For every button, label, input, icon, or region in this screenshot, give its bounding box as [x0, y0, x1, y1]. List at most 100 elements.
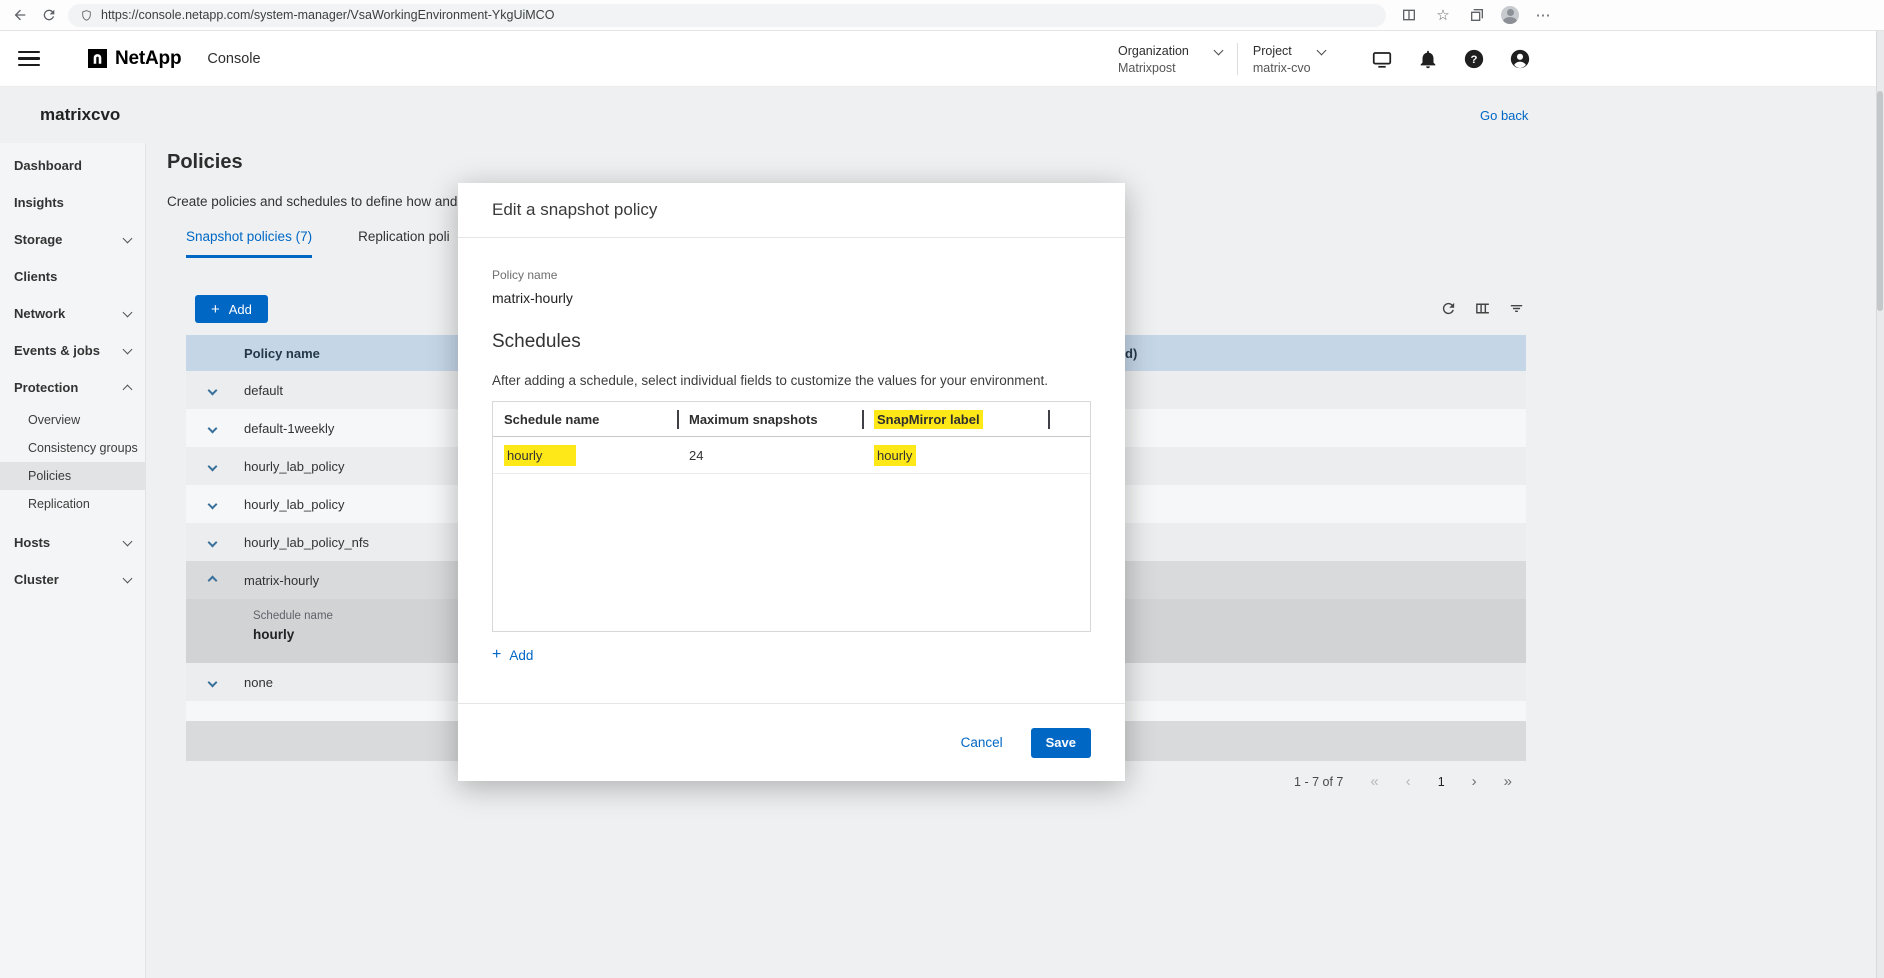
- sidebar-nav: Dashboard Insights Storage Clients Netwo…: [0, 143, 146, 978]
- expand-chevron-icon[interactable]: [206, 536, 218, 548]
- modal-title: Edit a snapshot policy: [458, 183, 1125, 238]
- sidebar-item-network[interactable]: Network: [0, 295, 145, 332]
- pagination-next-icon[interactable]: ›: [1472, 773, 1477, 790]
- columns-icon[interactable]: [1474, 300, 1491, 317]
- chevron-down-icon: [1316, 46, 1326, 56]
- column-header-policy-name: Policy name: [244, 346, 320, 361]
- browser-split-screen-icon[interactable]: [1399, 5, 1419, 25]
- chevron-up-icon: [123, 384, 133, 394]
- console-device-icon[interactable]: [1371, 48, 1393, 70]
- add-policy-button[interactable]: + Add: [195, 295, 268, 323]
- expand-chevron-icon[interactable]: [206, 676, 218, 688]
- account-icon[interactable]: [1509, 48, 1531, 70]
- collections-icon[interactable]: [1467, 5, 1487, 25]
- project-label: Project: [1253, 44, 1292, 58]
- netapp-logo-mark-icon: [88, 49, 107, 68]
- project-dropdown[interactable]: Project matrix-cvo: [1253, 44, 1325, 75]
- sidebar-item-protection[interactable]: Protection: [0, 369, 145, 406]
- tab-replication-policies[interactable]: Replication poli: [358, 229, 450, 258]
- add-schedule-link[interactable]: + Add: [492, 646, 533, 664]
- schedules-table: Schedule name Maximum snapshots SnapMirr…: [492, 401, 1091, 632]
- go-back-link[interactable]: Go back: [1480, 108, 1528, 123]
- pagination-last-icon[interactable]: »: [1504, 773, 1512, 790]
- modal-body: Policy name matrix-hourly Schedules Afte…: [458, 268, 1125, 664]
- sidebar-item-cluster[interactable]: Cluster: [0, 561, 145, 598]
- column-max-snapshots: Maximum snapshots: [678, 412, 863, 427]
- tab-snapshot-policies[interactable]: Snapshot policies (7): [186, 229, 312, 258]
- expand-chevron-icon[interactable]: [206, 460, 218, 472]
- browser-toolbar: https://console.netapp.com/system-manage…: [0, 0, 1884, 31]
- column-snapmirror-label: SnapMirror label: [863, 410, 1048, 429]
- app-header: NetApp Console Organization Matrixpost P…: [0, 31, 1884, 87]
- sidebar-item-insights[interactable]: Insights: [0, 184, 145, 221]
- browser-profile-avatar[interactable]: [1501, 6, 1519, 24]
- chevron-down-icon: [123, 345, 133, 355]
- schedules-hint: After adding a schedule, select individu…: [492, 373, 1091, 388]
- sidebar-item-dashboard[interactable]: Dashboard: [0, 147, 145, 184]
- expand-chevron-icon[interactable]: [206, 498, 218, 510]
- site-info-icon[interactable]: [80, 9, 93, 22]
- table-toolbar: [1440, 300, 1525, 317]
- save-button[interactable]: Save: [1031, 728, 1091, 758]
- sidebar-item-clients[interactable]: Clients: [0, 258, 145, 295]
- sidebar-item-replication[interactable]: Replication: [0, 490, 145, 518]
- plus-icon: +: [492, 646, 501, 664]
- chevron-down-icon: [123, 234, 133, 244]
- sidebar-item-consistency-groups[interactable]: Consistency groups: [0, 434, 145, 462]
- pagination-prev-icon[interactable]: ‹: [1406, 773, 1411, 790]
- workspace-title: matrixcvo: [40, 105, 120, 125]
- chevron-down-icon: [123, 537, 133, 547]
- header-divider: [1237, 43, 1238, 75]
- netapp-logo: NetApp: [88, 48, 181, 70]
- schedules-table-header: Schedule name Maximum snapshots SnapMirr…: [493, 402, 1090, 437]
- chevron-down-icon: [123, 308, 133, 318]
- browser-back-icon[interactable]: [10, 5, 30, 25]
- page-title: Policies: [167, 151, 243, 174]
- expand-chevron-icon[interactable]: [206, 384, 218, 396]
- sidebar-item-hosts[interactable]: Hosts: [0, 524, 145, 561]
- column-resize-handle[interactable]: [1048, 410, 1050, 429]
- product-name: Console: [207, 51, 260, 67]
- refresh-icon[interactable]: [1440, 300, 1457, 317]
- edit-snapshot-policy-modal: Edit a snapshot policy Policy name matri…: [458, 183, 1125, 781]
- organization-value: Matrixpost: [1118, 61, 1222, 75]
- organization-label: Organization: [1118, 44, 1189, 58]
- workspace-bar: matrixcvo Go back: [0, 87, 1884, 143]
- pagination-first-icon[interactable]: «: [1370, 773, 1378, 790]
- scrollbar-thumb[interactable]: [1877, 91, 1883, 311]
- notifications-bell-icon[interactable]: [1417, 48, 1439, 70]
- header-right-controls: Organization Matrixpost Project matrix-c…: [1118, 31, 1531, 87]
- favorites-star-icon[interactable]: ☆: [1433, 5, 1453, 25]
- browser-address-bar[interactable]: https://console.netapp.com/system-manage…: [68, 4, 1386, 27]
- max-snapshots-cell[interactable]: 24: [678, 448, 863, 463]
- snapmirror-label-cell[interactable]: hourly: [863, 445, 1048, 466]
- scrollbar-track[interactable]: [1876, 31, 1884, 978]
- sidebar-item-storage[interactable]: Storage: [0, 221, 145, 258]
- column-header-partial: d): [1125, 346, 1137, 361]
- column-schedule-name: Schedule name: [493, 412, 678, 427]
- url-text: https://console.netapp.com/system-manage…: [101, 8, 554, 22]
- cancel-button[interactable]: Cancel: [961, 735, 1003, 750]
- organization-dropdown[interactable]: Organization Matrixpost: [1118, 44, 1222, 75]
- pagination-current-page[interactable]: 1: [1438, 775, 1445, 789]
- column-resize-handle[interactable]: [862, 410, 864, 429]
- filter-icon[interactable]: [1508, 300, 1525, 317]
- modal-footer: Cancel Save: [458, 703, 1125, 781]
- browser-more-icon[interactable]: ⋯: [1533, 5, 1553, 25]
- help-icon[interactable]: ?: [1463, 48, 1485, 70]
- browser-refresh-icon[interactable]: [39, 5, 59, 25]
- expand-chevron-icon[interactable]: [206, 422, 218, 434]
- chevron-down-icon: [1213, 46, 1223, 56]
- collapse-chevron-icon[interactable]: [206, 574, 218, 586]
- column-resize-handle[interactable]: [677, 410, 679, 429]
- sidebar-item-policies[interactable]: Policies: [0, 462, 145, 490]
- sidebar-item-events-jobs[interactable]: Events & jobs: [0, 332, 145, 369]
- svg-text:?: ?: [1470, 54, 1477, 66]
- header-icon-group: ?: [1371, 48, 1531, 70]
- schedule-name-cell[interactable]: hourly: [493, 445, 678, 466]
- sidebar-item-overview[interactable]: Overview: [0, 406, 145, 434]
- policy-name-value: matrix-hourly: [492, 290, 1091, 306]
- hamburger-menu-icon[interactable]: [18, 51, 40, 67]
- pagination-range: 1 - 7 of 7: [1294, 775, 1343, 789]
- chevron-down-icon: [123, 574, 133, 584]
